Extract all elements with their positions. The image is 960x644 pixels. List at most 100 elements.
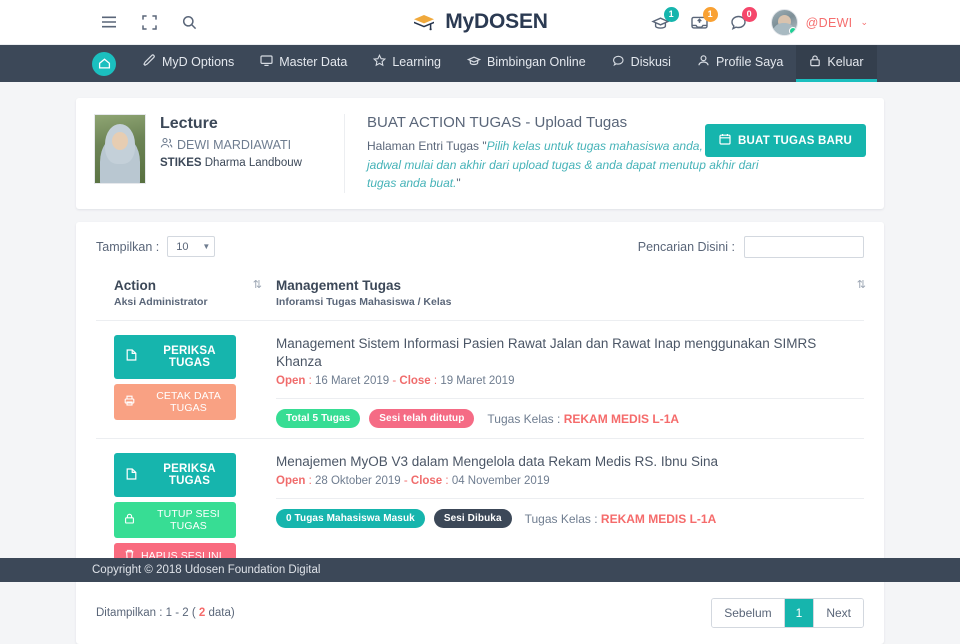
open-date: 28 Oktober 2019 bbox=[314, 475, 401, 488]
nav-item-myd-options[interactable]: MyD Options bbox=[130, 45, 247, 82]
table-info-prefix: Ditampilkan : 1 - 2 ( bbox=[96, 607, 199, 620]
task-class-value: REKAM MEDIS L-1A bbox=[600, 511, 717, 526]
badge-count: 1 bbox=[702, 6, 718, 22]
task-class-label: Tugas Kelas : bbox=[487, 411, 561, 426]
cetak-data-tugas-button[interactable]: CETAK DATA TUGAS bbox=[114, 383, 236, 420]
page-length-control: Tampilkan : 10 ▼ bbox=[96, 236, 216, 258]
nav-item-keluar[interactable]: Keluar bbox=[796, 45, 877, 82]
nav-item-learning[interactable]: Learning bbox=[360, 45, 454, 82]
search-icon[interactable] bbox=[180, 13, 198, 31]
table-header-management-sub: Inforamsi Tugas Mahasiswa / Kelas bbox=[276, 295, 452, 308]
page-length-value: 10 bbox=[176, 240, 189, 253]
create-new-task-button[interactable]: BUAT TUGAS BARU bbox=[705, 124, 866, 157]
nav-item-profile-saya[interactable]: Profile Saya bbox=[684, 45, 796, 82]
divider bbox=[276, 498, 864, 500]
button-label: PERIKSA TUGAS bbox=[163, 463, 216, 488]
nav-item-master-data[interactable]: Master Data bbox=[247, 45, 360, 82]
task-title: Menajemen MyOB V3 dalam Mengelola data R… bbox=[276, 454, 718, 470]
nav-item-diskusi[interactable]: Diskusi bbox=[599, 45, 684, 82]
close-label: Close bbox=[399, 375, 431, 388]
nav-item-label: Profile Saya bbox=[715, 55, 784, 69]
search-control: Pencarian Disini : bbox=[637, 235, 864, 258]
copyright-text: Copyright © 2018 Udosen Foundation Digit… bbox=[92, 564, 321, 576]
row-details: Menajemen MyOB V3 dalam Mengelola data R… bbox=[276, 453, 864, 569]
lock-icon bbox=[809, 54, 821, 70]
top-bar: MyDOSEN 1 1 0 @DEWI ⌄ bbox=[0, 0, 960, 45]
create-new-task-label: BUAT TUGAS BARU bbox=[738, 134, 852, 147]
star-icon bbox=[373, 54, 387, 70]
task-dates: Open : 16 Maret 2019 - Close : 19 Maret … bbox=[276, 375, 515, 388]
sort-toggle-action[interactable]: ⇅ bbox=[253, 278, 276, 291]
nav-item-label: Bimbingan Online bbox=[487, 55, 586, 69]
pen-icon bbox=[143, 54, 156, 70]
chat-notification-icon[interactable]: 0 bbox=[728, 6, 757, 34]
page-length-select[interactable]: 10 ▼ bbox=[167, 236, 216, 258]
status-badge-session: Sesi Dibuka bbox=[433, 509, 512, 529]
pagination-prev[interactable]: Sebelum bbox=[712, 599, 785, 628]
table-header-management-title: Management Tugas bbox=[276, 277, 402, 293]
tutup-sesi-tugas-button[interactable]: TUTUP SESI TUGAS bbox=[114, 502, 236, 539]
pagination: Sebelum 1 Next bbox=[711, 598, 864, 629]
open-label: Open bbox=[276, 375, 306, 388]
button-label: CETAK DATA TUGAS bbox=[156, 389, 221, 414]
user-menu[interactable]: @DEWI ⌄ bbox=[770, 9, 868, 36]
table-header-action-sub: Aksi Administrator bbox=[114, 295, 208, 308]
calendar-icon bbox=[719, 133, 731, 148]
lecturer-photo bbox=[94, 114, 146, 184]
table-header-management: Management Tugas Inforamsi Tugas Mahasis… bbox=[276, 277, 866, 308]
table-header-row: Action Aksi Administrator ⇅ Management T… bbox=[96, 277, 866, 321]
users-icon bbox=[160, 137, 173, 152]
avatar bbox=[770, 9, 798, 36]
open-date: 16 Maret 2019 bbox=[314, 375, 390, 388]
main-navbar: MyD Options Master Data Learning Bimbing… bbox=[0, 45, 960, 82]
periksa-tugas-button[interactable]: PERIKSA TUGAS bbox=[114, 453, 236, 498]
hero-card: Lecture DEWI MARDIAWATI STIKES Dharma La… bbox=[76, 98, 884, 209]
search-input[interactable] bbox=[744, 235, 864, 258]
close-date: 04 November 2019 bbox=[451, 475, 550, 488]
table-info: Ditampilkan : 1 - 2 ( 2 data) bbox=[96, 607, 235, 619]
task-dates: Open : 28 Oktober 2019 - Close : 04 Nove… bbox=[276, 475, 550, 488]
table-footer: Ditampilkan : 1 - 2 ( 2 data) Sebelum 1 … bbox=[96, 598, 864, 629]
page-heading-area: BUAT ACTION TUGAS - Upload Tugas Halaman… bbox=[344, 114, 866, 193]
graduation-notification-icon[interactable]: 1 bbox=[650, 6, 679, 34]
task-class-value: REKAM MEDIS L-1A bbox=[563, 411, 680, 426]
table-row: PERIKSA TUGAS CETAK DATA TUGAS Managemen… bbox=[96, 321, 864, 440]
page-description-suffix: " bbox=[456, 176, 461, 191]
status-badge-total: Total 5 Tugas bbox=[276, 409, 361, 429]
periksa-tugas-button[interactable]: PERIKSA TUGAS bbox=[114, 334, 236, 379]
nav-item-label: Diskusi bbox=[630, 55, 671, 69]
sidebar-item-home[interactable] bbox=[92, 51, 116, 76]
row-details: Management Sistem Informasi Pasien Rawat… bbox=[276, 335, 864, 429]
badge-count: 1 bbox=[663, 6, 679, 22]
task-meta: Total 5 Tugas Sesi telah ditutup Tugas K… bbox=[276, 409, 864, 429]
search-label: Pencarian Disini : bbox=[637, 239, 735, 254]
user-name: @DEWI bbox=[805, 15, 853, 30]
row-actions: PERIKSA TUGAS CETAK DATA TUGAS bbox=[96, 334, 276, 428]
fullscreen-icon[interactable] bbox=[140, 13, 158, 31]
page-footer: Copyright © 2018 Udosen Foundation Digit… bbox=[0, 558, 960, 582]
monitor-icon bbox=[260, 54, 273, 70]
lecturer-org: STIKES Dharma Landbouw bbox=[160, 157, 302, 169]
lecturer-org-rest: Dharma Landbouw bbox=[201, 157, 302, 169]
task-meta: 0 Tugas Mahasiswa Masuk Sesi Dibuka Tuga… bbox=[276, 509, 864, 529]
divider bbox=[276, 398, 864, 400]
top-bar-right: 1 1 0 @DEWI ⌄ bbox=[650, 0, 868, 45]
button-label: TUTUP SESI TUGAS bbox=[157, 508, 220, 533]
nav-item-label: MyD Options bbox=[162, 55, 235, 69]
nav-item-label: Master Data bbox=[279, 55, 348, 69]
pagination-page-1[interactable]: 1 bbox=[784, 599, 815, 628]
sort-toggle-management[interactable]: ⇅ bbox=[857, 278, 866, 291]
close-date: 19 Maret 2019 bbox=[440, 375, 515, 388]
nav-item-label: Learning bbox=[392, 55, 441, 69]
open-label: Open bbox=[276, 475, 306, 488]
hamburger-menu-icon[interactable] bbox=[100, 13, 118, 31]
nav-item-bimbingan-online[interactable]: Bimbingan Online bbox=[454, 45, 599, 82]
table-header-action: Action Aksi Administrator ⇅ bbox=[96, 278, 276, 308]
lecturer-name-row: DEWI MARDIAWATI bbox=[160, 137, 302, 152]
table-controls: Tampilkan : 10 ▼ Pencarian Disini : bbox=[96, 235, 864, 258]
page-length-label: Tampilkan : bbox=[96, 239, 160, 254]
inbox-notification-icon[interactable]: 1 bbox=[689, 6, 718, 34]
graduation-cap-icon bbox=[412, 10, 436, 34]
top-bar-left-icons bbox=[100, 13, 198, 31]
pagination-next[interactable]: Next bbox=[814, 599, 863, 628]
